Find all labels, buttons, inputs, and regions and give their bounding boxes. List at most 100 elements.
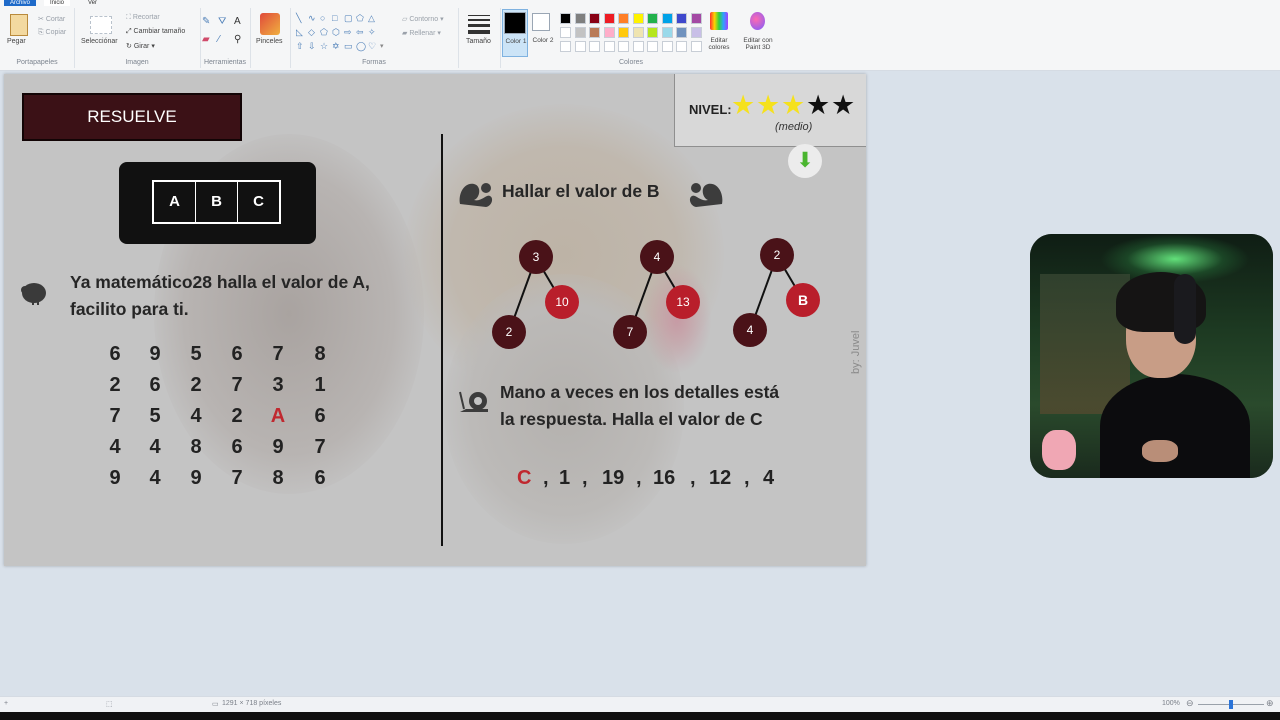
menu-home[interactable]: Inicio	[44, 0, 71, 6]
line-shape-icon[interactable]: ╲	[296, 14, 301, 23]
palette-color-swatch[interactable]	[647, 27, 658, 38]
edit-colors-button[interactable]: Editar colores	[704, 10, 734, 60]
paint-canvas[interactable]: RESUELVE A B C Ya matemático28 halla el …	[4, 74, 866, 566]
palette-color-swatch[interactable]	[618, 27, 629, 38]
palette-color-swatch[interactable]	[603, 13, 615, 24]
palette-custom-swatch[interactable]	[618, 41, 629, 52]
star4-shape-icon[interactable]: ✧	[368, 28, 376, 37]
brush-icon[interactable]	[260, 13, 280, 35]
text-icon[interactable]: A	[234, 16, 241, 27]
diamond-shape-icon[interactable]: ◇	[308, 28, 315, 37]
paste-icon[interactable]	[10, 14, 28, 36]
palette-color-swatch[interactable]	[661, 13, 673, 24]
grid-cell: 7	[314, 436, 326, 458]
grid-cell: 2	[109, 374, 121, 396]
palette-custom-swatch[interactable]	[560, 41, 571, 52]
palette-color-swatch[interactable]	[618, 13, 629, 24]
up-arrow-shape-icon[interactable]: ⇧	[296, 42, 304, 51]
crop-label: Recortar	[132, 14, 160, 21]
palette-color-swatch[interactable]	[560, 13, 571, 24]
brushes-button[interactable]: Pinceles	[256, 38, 282, 45]
palette-custom-swatch[interactable]	[676, 41, 687, 52]
palette-color-swatch[interactable]	[690, 27, 702, 38]
palette-custom-swatch[interactable]	[690, 41, 702, 52]
tree3-left-node: 4	[733, 313, 767, 347]
outline-button[interactable]: ▱ Contorno ▾	[402, 15, 444, 23]
rotate-icon: ↻	[126, 43, 134, 50]
crop-button[interactable]: ⛶ Recortar	[126, 14, 160, 22]
callout-oval-shape-icon[interactable]: ◯	[356, 42, 366, 51]
palette-custom-swatch[interactable]	[661, 41, 673, 52]
tree3-top-node: 2	[760, 238, 794, 272]
color-picker-icon[interactable]: ⁄	[218, 34, 220, 45]
palette-color-swatch[interactable]	[560, 27, 571, 38]
select-button[interactable]: Selecciónar	[81, 38, 118, 45]
callout-rect-shape-icon[interactable]: ▭	[344, 42, 353, 51]
tools-group: ✎ ⛛ A ▰ ⁄ ⚲ Herramientas	[200, 8, 251, 68]
star5-shape-icon[interactable]: ☆	[320, 42, 328, 51]
palette-color-swatch[interactable]	[632, 27, 644, 38]
color2-selector[interactable]: Color 2	[530, 9, 556, 57]
hexagon-shape-icon[interactable]: ⬡	[332, 28, 340, 37]
star6-shape-icon[interactable]: ✡	[332, 42, 340, 51]
sequence-separator: ,	[543, 467, 549, 489]
palette-color-swatch[interactable]	[574, 13, 586, 24]
rounded-rectangle-shape-icon[interactable]: ▢	[344, 14, 353, 23]
palette-custom-swatch[interactable]	[574, 41, 586, 52]
sequence-separator: ,	[582, 467, 588, 489]
fill-button[interactable]: ▰ Rellenar ▾	[402, 29, 441, 37]
right-arrow-shape-icon[interactable]: ⇨	[344, 28, 352, 37]
heart-shape-icon[interactable]: ♡	[368, 42, 376, 51]
oval-shape-icon[interactable]: ○	[320, 14, 325, 23]
down-arrow-shape-icon[interactable]: ⇩	[308, 42, 316, 51]
menu-view[interactable]: Ver	[82, 0, 103, 6]
right-triangle-shape-icon[interactable]: ◺	[296, 28, 303, 37]
eraser-icon[interactable]: ▰	[202, 34, 210, 45]
palette-color-swatch[interactable]	[690, 13, 702, 24]
color1-selector[interactable]: Color 1	[502, 9, 528, 57]
triangle-shape-icon[interactable]: △	[368, 14, 375, 23]
grid-cell: 7	[109, 405, 121, 427]
cut-button[interactable]: ✂ Cortar	[38, 15, 65, 23]
menu-file[interactable]: Archivo	[4, 0, 37, 6]
palette-color-swatch[interactable]	[676, 13, 687, 24]
polygon-shape-icon[interactable]: ⬠	[356, 14, 364, 23]
fill-icon[interactable]: ⛛	[218, 16, 226, 27]
color1-swatch	[504, 12, 526, 34]
palette-custom-swatch[interactable]	[589, 41, 600, 52]
palette-custom-swatch[interactable]	[647, 41, 658, 52]
zoom-slider-thumb[interactable]	[1229, 700, 1233, 709]
palette-color-swatch[interactable]	[647, 13, 658, 24]
zoom-out-icon[interactable]: ⊖	[1186, 698, 1194, 709]
pentagon-shape-icon[interactable]: ⬠	[320, 28, 328, 37]
copy-label: Copiar	[45, 29, 67, 36]
rectangle-shape-icon[interactable]: □	[332, 14, 337, 23]
shapes-more-icon[interactable]: ▾	[380, 42, 384, 51]
magnifier-icon[interactable]: ⚲	[234, 34, 241, 45]
edit-paint3d-button[interactable]: Editar con Paint 3D	[738, 10, 778, 60]
palette-color-swatch[interactable]	[589, 13, 600, 24]
tree2-right-node: 13	[666, 285, 700, 319]
palette-custom-swatch[interactable]	[603, 41, 615, 52]
rotate-button[interactable]: ↻ Girar ▾	[126, 42, 155, 50]
sequence-item: 16	[653, 467, 676, 489]
copy-button[interactable]: ⎘ Copiar	[38, 29, 66, 37]
grid-cell: 2	[231, 405, 243, 427]
resize-button[interactable]: ⤢ Cambiar tamaño	[126, 28, 185, 36]
sequence-item: 1	[559, 467, 571, 489]
palette-color-swatch[interactable]	[603, 27, 615, 38]
palette-color-swatch[interactable]	[676, 27, 687, 38]
size-lines-icon[interactable]	[468, 15, 490, 34]
select-icon[interactable]	[90, 16, 112, 34]
paste-button[interactable]: Pegar	[7, 38, 26, 45]
palette-color-swatch[interactable]	[632, 13, 644, 24]
palette-color-swatch[interactable]	[589, 27, 600, 38]
palette-color-swatch[interactable]	[661, 27, 673, 38]
left-arrow-shape-icon[interactable]: ⇦	[356, 28, 364, 37]
zoom-in-icon[interactable]: ⊕	[1266, 698, 1274, 709]
curve-shape-icon[interactable]: ∿	[308, 14, 316, 23]
palette-custom-swatch[interactable]	[632, 41, 644, 52]
palette-color-swatch[interactable]	[574, 27, 586, 38]
pencil-icon[interactable]: ✎	[202, 16, 210, 27]
size-button[interactable]: Tamaño	[466, 38, 491, 45]
